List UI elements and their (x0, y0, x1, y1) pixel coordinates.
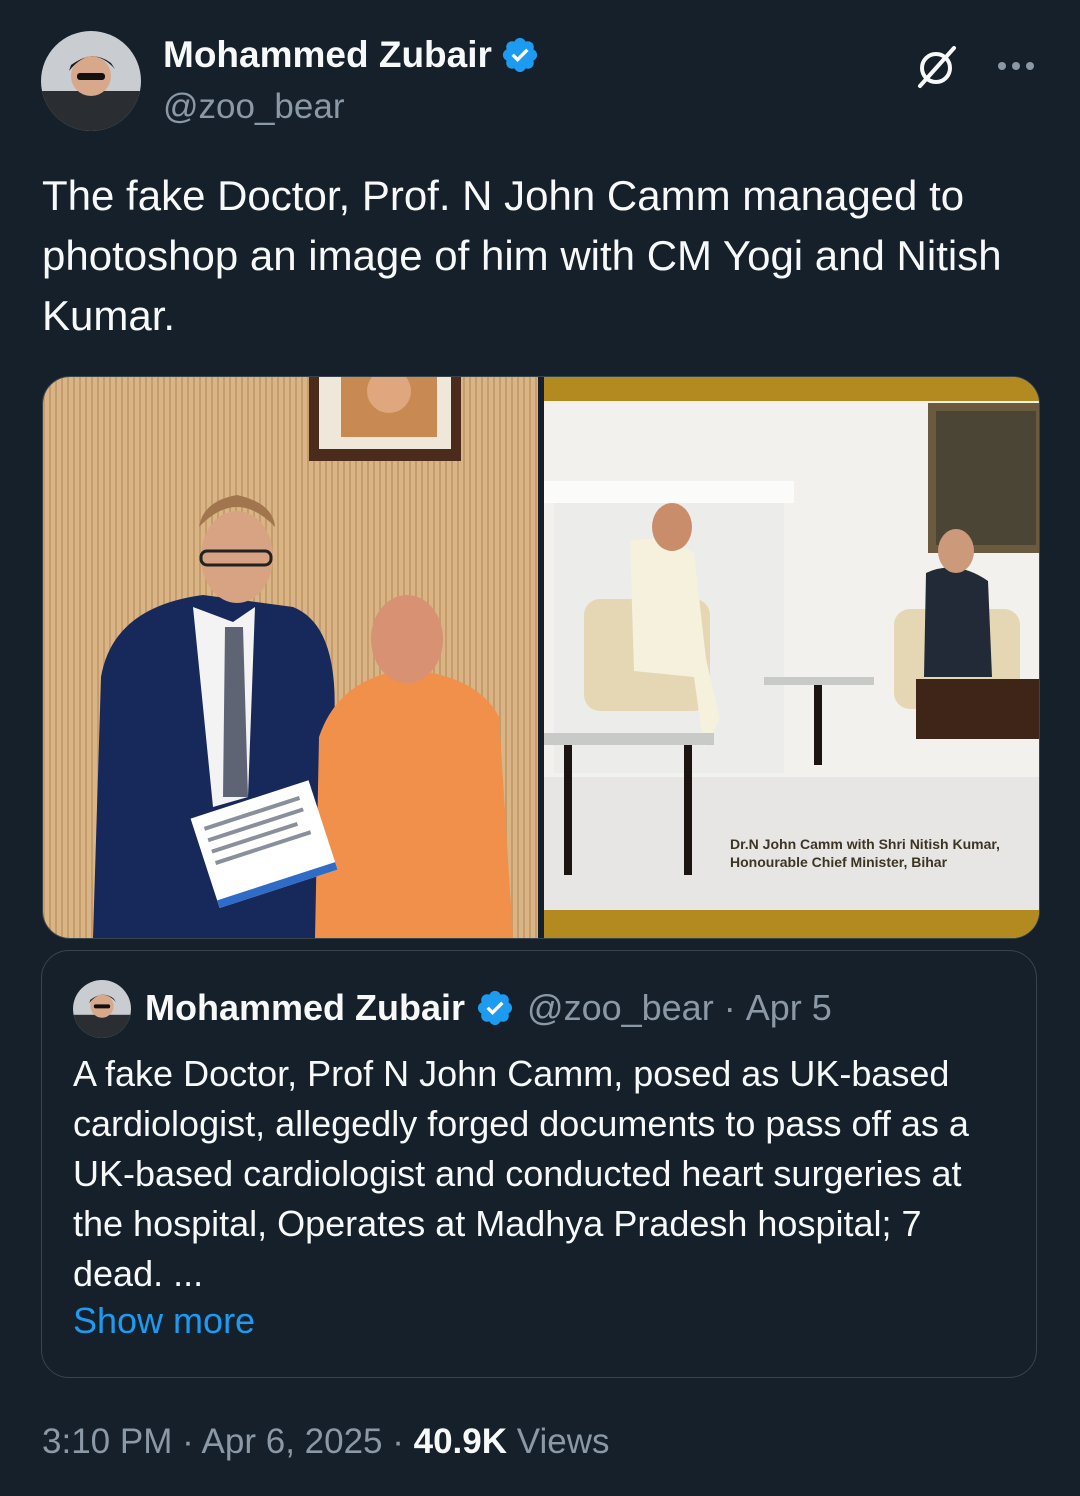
show-more-link[interactable]: Show more (73, 1300, 255, 1342)
author-avatar[interactable] (41, 31, 141, 131)
author-name-row[interactable]: Mohammed Zubair (163, 34, 540, 76)
tweet-time[interactable]: 3:10 PM (42, 1422, 172, 1461)
meta-separator: · (382, 1422, 414, 1461)
tweet-text: The fake Doctor, Prof. N John Camm manag… (42, 172, 1002, 339)
quote-author-avatar[interactable] (73, 980, 131, 1038)
media-photo-right[interactable]: Dr.N John Camm with Shri Nitish Kumar, H… (544, 377, 1039, 938)
quote-date[interactable]: Apr 5 (746, 987, 832, 1029)
media-caption-line1: Dr.N John Camm with Shri Nitish Kumar, (730, 836, 1000, 852)
quote-text: A fake Doctor, Prof N John Camm, posed a… (73, 1053, 969, 1294)
author-handle[interactable]: @zoo_bear (163, 87, 344, 127)
media-photo-left[interactable] (43, 377, 538, 938)
quote-header[interactable]: Mohammed Zubair @zoo_bear · Apr 5 (145, 987, 832, 1029)
views-count[interactable]: 40.9K (414, 1422, 507, 1461)
author-display-name[interactable]: Mohammed Zubair (163, 34, 492, 76)
verified-badge-icon (502, 37, 538, 73)
media-caption-line2: Honourable Chief Minister, Bihar (730, 854, 948, 870)
quote-author-handle[interactable]: @zoo_bear (527, 987, 714, 1029)
quote-separator: · (723, 987, 736, 1028)
grok-icon[interactable] (914, 44, 960, 90)
meta-separator: · (172, 1422, 202, 1461)
verified-badge-icon (477, 990, 513, 1026)
more-options-icon[interactable] (996, 58, 1036, 74)
media-grid[interactable]: Dr.N John Camm with Shri Nitish Kumar, H… (42, 376, 1040, 939)
quote-author-name[interactable]: Mohammed Zubair (145, 987, 465, 1029)
tweet-date[interactable]: Apr 6, 2025 (202, 1422, 383, 1461)
tweet-meta: 3:10 PM · Apr 6, 2025 · 40.9K Views (42, 1422, 610, 1462)
views-label: Views (507, 1422, 610, 1461)
quoted-tweet-card[interactable]: Mohammed Zubair @zoo_bear · Apr 5 A fake… (41, 950, 1037, 1378)
